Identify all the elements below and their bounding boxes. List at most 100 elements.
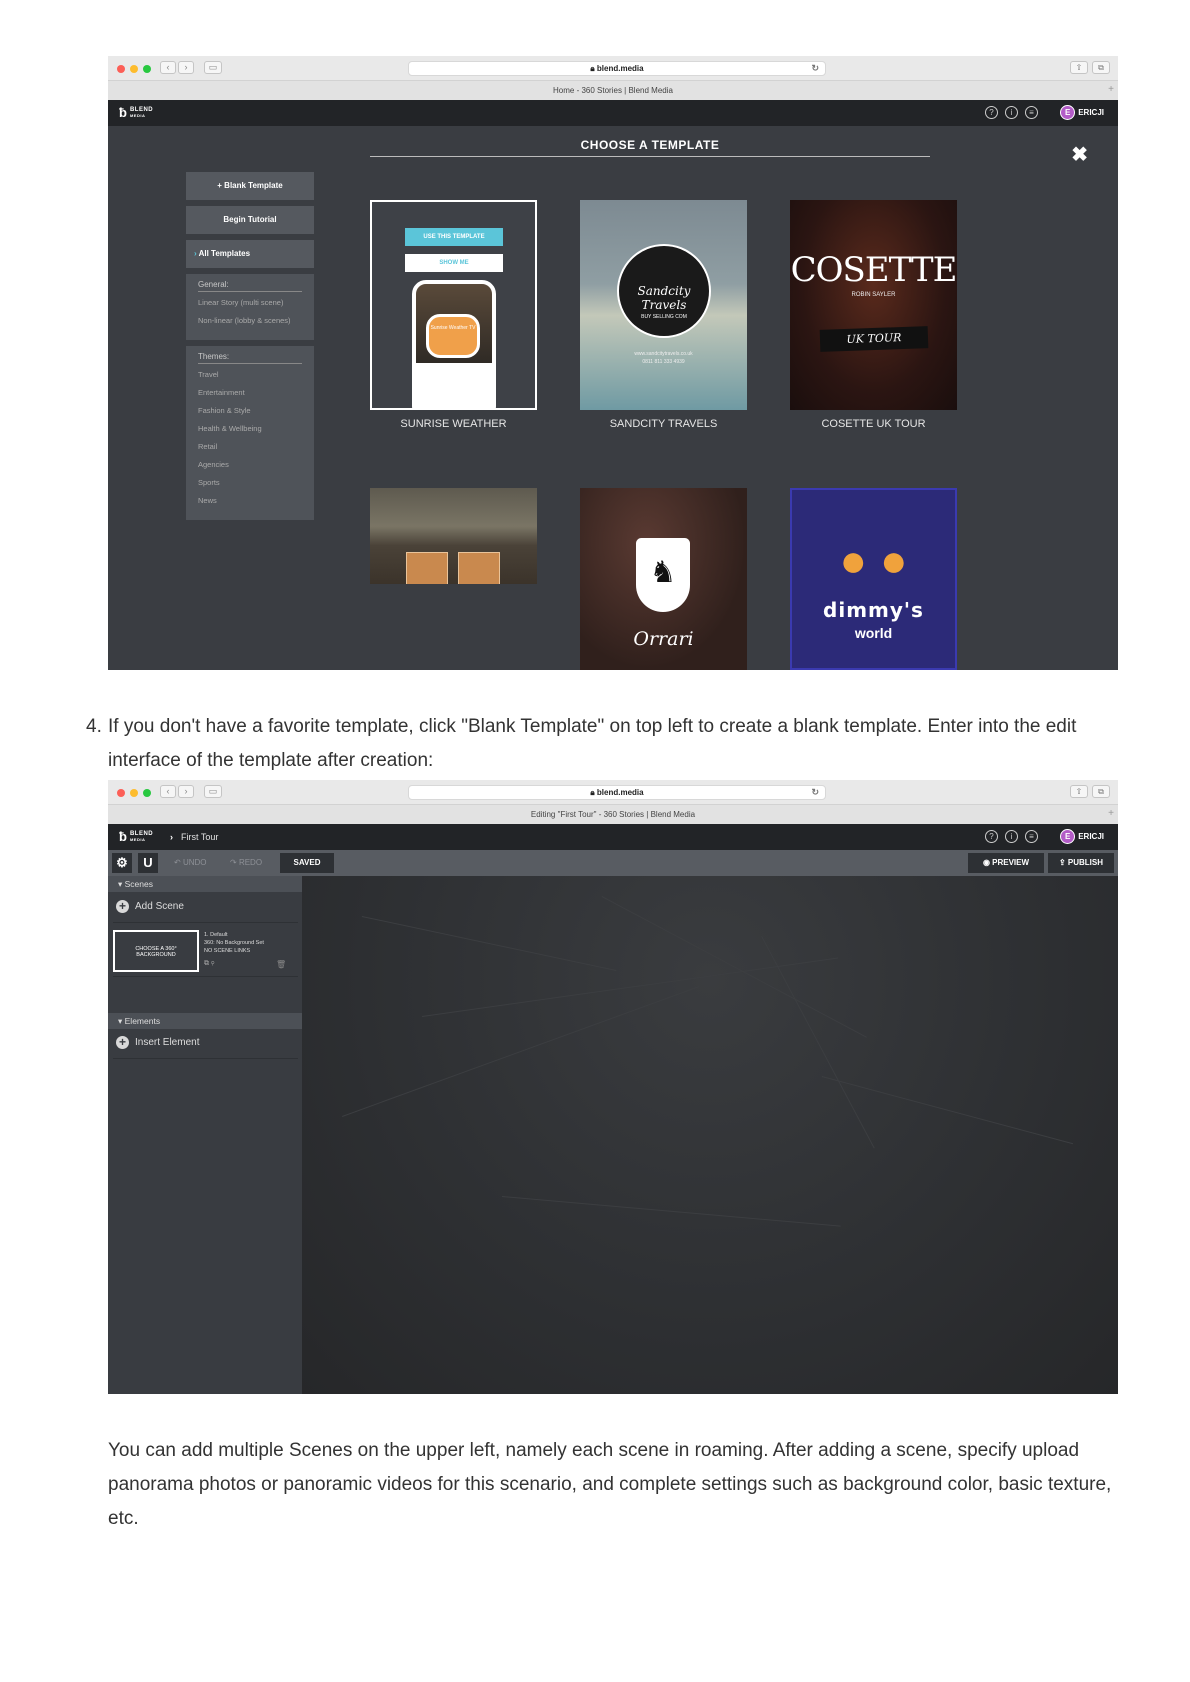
minimize-dot-icon[interactable] — [130, 65, 138, 73]
template-card-dimmy[interactable]: ● ● dimmy's world — [790, 488, 957, 670]
step-4-body: If you don't have a favorite template, c… — [108, 716, 1077, 771]
help-icon[interactable]: ? — [985, 830, 998, 843]
back-arrow-icon[interactable]: ‹ — [160, 61, 176, 74]
elements-section-header[interactable]: ▾ Elements — [108, 1013, 302, 1029]
scenes-section-header[interactable]: ▾ Scenes — [108, 876, 302, 892]
editor-screenshot: ‹ › ▭ 🔒︎ blend.media ↻ ⇧ ⧉ Editing "First… — [108, 780, 1118, 1394]
close-dot-icon[interactable] — [117, 65, 125, 73]
dimmy-logo: dimmy's — [823, 598, 924, 622]
insert-element-button[interactable]: + Insert Element — [116, 1036, 199, 1049]
share-icon[interactable]: ⇧ — [1070, 785, 1088, 798]
texture-line — [501, 1196, 841, 1227]
filter-non-linear[interactable]: Non-linear (lobby & scenes) — [198, 316, 302, 325]
info-icon[interactable]: i — [1005, 830, 1018, 843]
theme-health[interactable]: Health & Wellbeing — [198, 424, 302, 433]
texture-line — [601, 896, 867, 1038]
chat-icon[interactable]: ≡ — [1025, 106, 1038, 119]
help-icon[interactable]: ? — [985, 106, 998, 119]
sandcity-logo: Sandcity Travels BUY SELLING COM — [617, 244, 711, 338]
trash-icon[interactable]: 🗑︎ — [276, 960, 286, 969]
themes-group: Themes: Travel Entertainment Fashion & S… — [186, 346, 314, 520]
uk-tour-banner: UK TOUR — [819, 326, 929, 352]
template-card-4[interactable] — [370, 488, 537, 584]
theme-fashion[interactable]: Fashion & Style — [198, 406, 302, 415]
blend-logo[interactable]: ƀ BLEND MEDIA — [119, 830, 153, 844]
chat-icon[interactable]: ≡ — [1025, 830, 1038, 843]
address-bar[interactable]: 🔒︎ blend.media ↻ — [408, 785, 826, 800]
scene-name[interactable]: 1. Default — [204, 931, 264, 939]
saved-status: SAVED — [280, 853, 334, 873]
gear-icon[interactable]: ⚙ — [112, 853, 132, 873]
close-icon[interactable]: ✖ — [1071, 142, 1088, 167]
template-card-cosette[interactable]: COSETTE ROBIN SAYLER UK TOUR — [790, 200, 957, 410]
template-card-sunrise[interactable]: USE THIS TEMPLATE SHOW ME Sunrise Weathe… — [370, 200, 537, 410]
user-menu[interactable]: E ERICJI — [1060, 829, 1104, 844]
themes-heading: Themes: — [198, 352, 302, 364]
magnet-icon[interactable]: U — [138, 853, 158, 873]
browser-chrome: ‹ › ▭ 🔒︎ blend.media ↻ ⇧ ⧉ Editing "First… — [108, 780, 1118, 824]
preview-button[interactable]: ◉ PREVIEW — [968, 853, 1044, 873]
scene-canvas[interactable] — [302, 876, 1118, 1394]
page-title: CHOOSE A TEMPLATE — [370, 138, 930, 157]
forward-arrow-icon[interactable]: › — [178, 61, 194, 74]
editor-toolbar: ⚙ U ↶ UNDO ↷ REDO SAVED ◉ PREVIEW ⇪ PUBL… — [108, 850, 1118, 876]
theme-retail[interactable]: Retail — [198, 442, 302, 451]
tabs-icon[interactable]: ⧉ — [1092, 61, 1110, 74]
all-templates-button[interactable]: › All Templates — [186, 240, 314, 268]
link-icon[interactable]: ⚲ — [211, 960, 214, 967]
logo-mark-icon: ƀ — [119, 105, 127, 120]
info-icon[interactable]: i — [1005, 106, 1018, 119]
reload-icon[interactable]: ↻ — [811, 62, 819, 75]
window-controls[interactable] — [117, 65, 151, 73]
theme-entertainment[interactable]: Entertainment — [198, 388, 302, 397]
breadcrumb-title[interactable]: First Tour — [181, 832, 218, 842]
orrari-logo: Orrari — [633, 628, 694, 650]
sidebar-toggle-icon[interactable]: ▭ — [204, 785, 222, 798]
begin-tutorial-button[interactable]: Begin Tutorial — [186, 206, 314, 234]
sidebar-toggle-icon[interactable]: ▭ — [204, 61, 222, 74]
template-card-orrari[interactable]: ♞ Orrari — [580, 488, 747, 670]
scene-links: NO SCENE LINKS — [204, 948, 251, 954]
use-template-button[interactable]: USE THIS TEMPLATE — [405, 228, 503, 246]
minimize-dot-icon[interactable] — [130, 789, 138, 797]
share-icon[interactable]: ⇧ — [1070, 61, 1088, 74]
tile-icon — [406, 552, 448, 584]
address-bar[interactable]: 🔒︎ blend.media ↻ — [408, 61, 826, 76]
close-dot-icon[interactable] — [117, 789, 125, 797]
blank-template-button[interactable]: + Blank Template — [186, 172, 314, 200]
template-card-sandcity[interactable]: Sandcity Travels BUY SELLING COM www.san… — [580, 200, 747, 410]
theme-travel[interactable]: Travel — [198, 370, 302, 379]
tabs-icon[interactable]: ⧉ — [1092, 785, 1110, 798]
undo-button[interactable]: ↶ UNDO — [174, 850, 207, 876]
forward-arrow-icon[interactable]: › — [178, 785, 194, 798]
zoom-dot-icon[interactable] — [143, 789, 151, 797]
redo-button[interactable]: ↷ REDO — [230, 850, 262, 876]
new-tab-icon[interactable]: + — [1108, 80, 1114, 100]
add-scene-button[interactable]: + Add Scene — [116, 900, 184, 913]
publish-button[interactable]: ⇪ PUBLISH — [1048, 853, 1114, 873]
zoom-dot-icon[interactable] — [143, 65, 151, 73]
theme-agencies[interactable]: Agencies — [198, 460, 302, 469]
back-arrow-icon[interactable]: ‹ — [160, 785, 176, 798]
reload-icon[interactable]: ↻ — [811, 786, 819, 799]
tab-title[interactable]: Editing "First Tour" - 360 Stories | Ble… — [108, 804, 1118, 824]
new-tab-icon[interactable]: + — [1108, 804, 1114, 824]
theme-news[interactable]: News — [198, 496, 302, 505]
theme-sports[interactable]: Sports — [198, 478, 302, 487]
filter-linear-story[interactable]: Linear Story (multi scene) — [198, 298, 302, 307]
window-controls[interactable] — [117, 789, 151, 797]
scene-thumbnail[interactable]: CHOOSE A 360° BACKGROUND — [113, 930, 199, 972]
header-icons: ? i ≡ — [985, 106, 1038, 119]
sunrise-logo: Sunrise Weather TV — [426, 314, 480, 358]
preview-label: PREVIEW — [992, 858, 1030, 867]
texture-line — [342, 986, 700, 1117]
baby-feet-icon: ● ● — [839, 534, 908, 586]
texture-line — [361, 916, 617, 972]
duplicate-icon[interactable]: ⧉ — [204, 960, 209, 967]
breadcrumb: › First Tour — [170, 824, 218, 850]
user-menu[interactable]: E ERICJI — [1060, 105, 1104, 120]
tab-title[interactable]: Home - 360 Stories | Blend Media — [108, 80, 1118, 100]
blend-logo[interactable]: ƀ BLEND MEDIA — [119, 106, 153, 120]
avatar: E — [1060, 829, 1076, 844]
show-me-button[interactable]: SHOW ME — [405, 254, 503, 272]
